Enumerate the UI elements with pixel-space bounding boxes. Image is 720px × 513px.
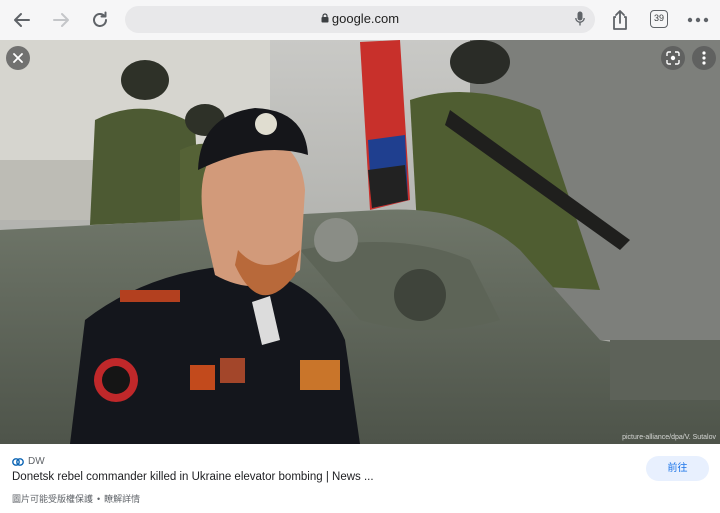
forward-arrow-icon bbox=[53, 13, 69, 27]
learn-more-link[interactable]: 瞭解詳情 bbox=[104, 494, 140, 504]
result-title-link[interactable]: Donetsk rebel commander killed in Ukrain… bbox=[12, 471, 374, 483]
share-button[interactable] bbox=[607, 7, 633, 33]
reload-button[interactable] bbox=[87, 7, 113, 33]
visit-button[interactable]: 前往 bbox=[646, 456, 709, 481]
lock-icon bbox=[321, 11, 329, 26]
image-result-info: DW Donetsk rebel commander killed in Ukr… bbox=[0, 444, 720, 513]
more-horizontal-icon bbox=[687, 17, 709, 23]
microphone-icon[interactable] bbox=[575, 11, 585, 32]
separator-dot: • bbox=[97, 494, 101, 504]
photo-credit-watermark: picture-alliance/dpa/V. Sutalov bbox=[622, 434, 716, 441]
close-button[interactable] bbox=[6, 46, 30, 70]
reload-icon bbox=[93, 11, 107, 27]
share-icon bbox=[613, 10, 627, 30]
browser-toolbar: google.com 39 bbox=[0, 0, 720, 40]
lens-icon bbox=[666, 51, 680, 65]
dw-logo-icon bbox=[12, 457, 24, 466]
tab-switcher-button[interactable]: 39 bbox=[650, 10, 668, 28]
url-text: google.com bbox=[331, 11, 400, 26]
image-more-options-button[interactable] bbox=[692, 46, 716, 70]
source-row[interactable]: DW bbox=[12, 456, 45, 467]
source-name: DW bbox=[28, 456, 45, 467]
forward-button[interactable] bbox=[48, 7, 74, 33]
back-button[interactable] bbox=[9, 7, 35, 33]
copyright-text: 圖片可能受版權保護 bbox=[12, 494, 94, 504]
browser-menu-button[interactable] bbox=[685, 7, 711, 33]
lens-search-button[interactable] bbox=[661, 46, 685, 70]
url-display: google.com bbox=[125, 11, 595, 26]
more-vertical-icon bbox=[702, 51, 706, 65]
image-preview[interactable]: picture-alliance/dpa/V. Sutalov bbox=[0, 40, 720, 444]
back-arrow-icon bbox=[14, 13, 30, 27]
close-icon bbox=[13, 53, 23, 63]
address-bar[interactable]: google.com bbox=[125, 6, 595, 33]
copyright-notice: 圖片可能受版權保護 • 瞭解詳情 bbox=[12, 492, 140, 505]
news-photo bbox=[0, 40, 720, 444]
